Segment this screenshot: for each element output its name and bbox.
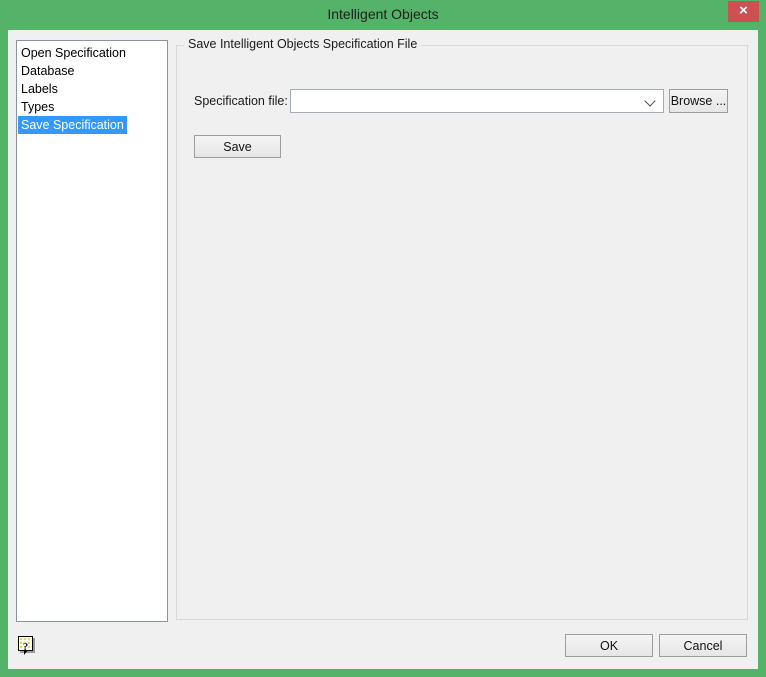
dialog-window: Intelligent Objects × Open Specification… xyxy=(0,0,766,677)
groupbox-title: Save Intelligent Objects Specification F… xyxy=(184,37,422,51)
help-icon: ? xyxy=(18,636,33,655)
close-icon: × xyxy=(739,2,748,19)
specification-file-combobox[interactable] xyxy=(290,89,664,113)
specification-file-input[interactable] xyxy=(293,91,641,113)
title-bar[interactable]: Intelligent Objects × xyxy=(0,0,766,30)
window-title: Intelligent Objects xyxy=(327,6,439,22)
sidebar-item-types[interactable]: Types xyxy=(18,98,57,116)
browse-button[interactable]: Browse ... xyxy=(669,89,728,113)
specification-file-label: Specification file: xyxy=(194,94,288,108)
dialog-client-area: Open Specification Database Labels Types… xyxy=(8,30,758,669)
sidebar-item-labels[interactable]: Labels xyxy=(18,80,61,98)
sidebar-item-open-specification[interactable]: Open Specification xyxy=(18,44,129,62)
chevron-down-icon[interactable] xyxy=(644,95,656,107)
sidebar-item-save-specification[interactable]: Save Specification xyxy=(18,116,127,134)
save-button[interactable]: Save xyxy=(194,135,281,158)
close-button[interactable]: × xyxy=(728,1,759,22)
help-button[interactable]: ? xyxy=(18,636,36,655)
question-mark-glyph: ? xyxy=(22,641,29,653)
category-listbox: Open Specification Database Labels Types… xyxy=(16,40,168,622)
save-specification-groupbox: Save Intelligent Objects Specification F… xyxy=(176,37,748,620)
sidebar-item-database[interactable]: Database xyxy=(18,62,78,80)
cancel-button[interactable]: Cancel xyxy=(659,634,747,657)
ok-button[interactable]: OK xyxy=(565,634,653,657)
